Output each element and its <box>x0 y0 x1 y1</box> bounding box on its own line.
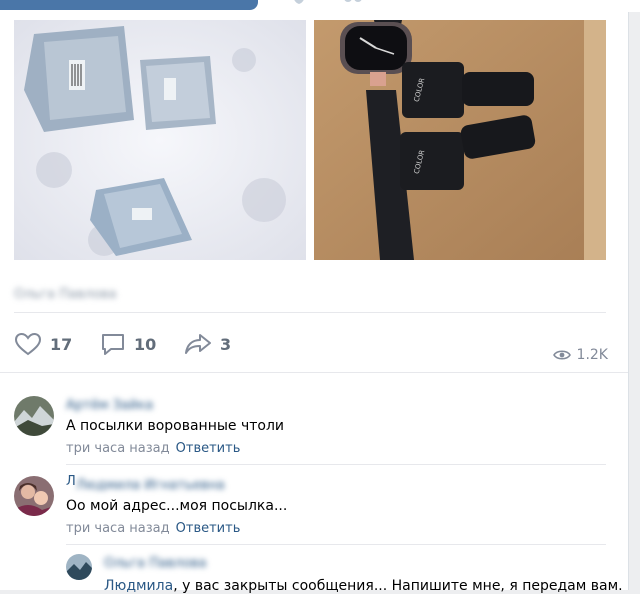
divider <box>66 544 606 545</box>
comment-author-initial[interactable]: Л <box>66 474 76 489</box>
reply-text-line: Людмила, у вас закрыты сообщения... Напи… <box>104 578 623 594</box>
comment-icon <box>102 334 124 355</box>
eye-icon <box>552 350 571 360</box>
post-photo-products[interactable]: COLOR COLOR <box>314 20 606 260</box>
comment-meta: три часа назад Ответить <box>66 441 240 456</box>
search-bar[interactable] <box>0 0 258 10</box>
comment-time[interactable]: три часа назад <box>66 521 170 536</box>
post-photo-packages[interactable] <box>14 20 306 260</box>
avatar[interactable] <box>14 476 54 516</box>
reply-text: , у вас закрыты сообщения... Напишите мн… <box>173 578 623 594</box>
top-navigation-bar <box>0 0 640 12</box>
photo-source-author[interactable]: Ольга Павлова <box>14 284 142 306</box>
divider <box>66 464 606 465</box>
comment-count: 10 <box>134 334 157 354</box>
share-count: 3 <box>220 334 232 354</box>
music-icon[interactable] <box>344 0 364 6</box>
like-count: 17 <box>50 334 73 354</box>
reply-author[interactable]: Ольга Павлова <box>104 556 206 571</box>
comment-meta: три часа назад Ответить <box>66 521 240 536</box>
notifications-icon[interactable] <box>292 0 306 6</box>
reply-button[interactable]: Ответить <box>176 441 241 456</box>
share-icon <box>185 334 211 354</box>
comment-button[interactable]: 10 <box>100 332 156 356</box>
divider <box>0 372 628 373</box>
avatar[interactable] <box>14 396 54 436</box>
heart-icon <box>14 332 42 356</box>
comment-time[interactable]: три часа назад <box>66 441 170 456</box>
share-button[interactable]: 3 <box>184 332 231 356</box>
views-count: 1.2K <box>576 347 608 363</box>
reply-button[interactable]: Ответить <box>176 521 241 536</box>
views-counter: 1.2K <box>552 347 608 363</box>
avatar[interactable] <box>66 554 92 580</box>
comment-author[interactable]: Артём Зайка <box>66 398 153 413</box>
comment-author[interactable]: Людмила Игнатьевна <box>76 478 225 493</box>
comment-text: Оо мой адрес...моя посылка... <box>66 498 288 514</box>
like-button[interactable]: 17 <box>14 332 72 356</box>
post-card: COLOR COLOR Ольга Павлова 17 10 3 1.2K А… <box>0 12 629 594</box>
divider <box>14 312 606 313</box>
reply-mention[interactable]: Людмила <box>104 578 173 594</box>
comment-text: А посылки ворованные чтоли <box>66 418 285 434</box>
